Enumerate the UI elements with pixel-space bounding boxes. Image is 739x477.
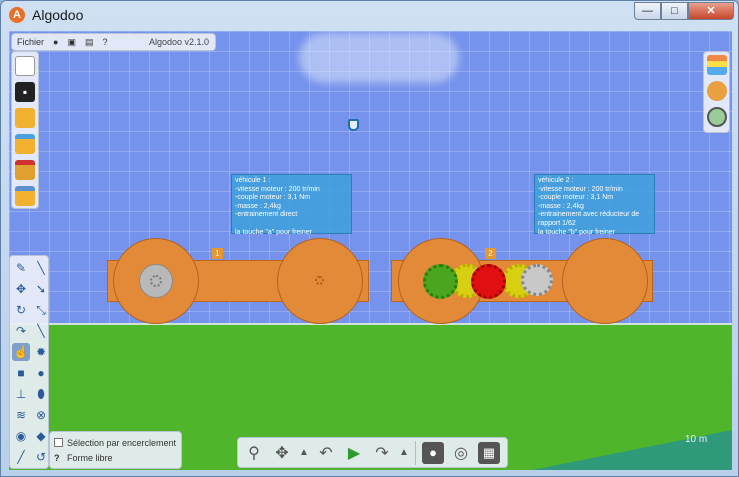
cloud xyxy=(299,33,459,83)
title-bar: A Algodoo — □ ✕ xyxy=(1,1,738,29)
hand-tool-icon[interactable]: ☝ xyxy=(12,343,30,361)
file-menu[interactable]: Fichier xyxy=(17,37,44,47)
axle-tool-icon[interactable]: ◉ xyxy=(12,427,30,445)
palette-icon[interactable] xyxy=(706,81,727,101)
fixate-tool-icon[interactable]: ⊗ xyxy=(32,406,50,424)
settings-icon[interactable]: ● xyxy=(53,37,58,47)
gear-grey[interactable] xyxy=(521,264,553,296)
window-title: Algodoo xyxy=(32,7,84,23)
shape-option[interactable]: ? Forme libre xyxy=(54,450,177,465)
file-toolbar: ▪ xyxy=(11,51,39,209)
toolbar-divider xyxy=(415,440,416,465)
simulation-canvas[interactable]: 10 m véhicule 1 : -vitesse moteur : 200 … xyxy=(9,31,732,470)
zoom-icon[interactable] xyxy=(706,107,727,127)
save-icon[interactable]: ▪ xyxy=(15,82,35,102)
chain-tool-icon[interactable]: ⬮ xyxy=(32,385,50,403)
gear-red[interactable] xyxy=(471,264,506,299)
open-scene-icon[interactable] xyxy=(15,134,35,154)
vehicle-2-tag: 2 xyxy=(485,248,496,259)
rotate-tool-icon[interactable]: ↻ xyxy=(12,301,30,319)
phunlets-icon[interactable] xyxy=(15,160,35,180)
algobox-icon[interactable] xyxy=(15,186,35,206)
lasso-label: Sélection par encerclement xyxy=(67,437,177,448)
hand-cursor-icon xyxy=(348,119,359,131)
grid-icon[interactable]: ▦ xyxy=(478,441,500,464)
version-label: Algodoo v2.1.0 xyxy=(148,37,209,47)
undo-icon[interactable]: ↶ xyxy=(315,443,337,463)
scale-tool-icon[interactable]: ⤡ xyxy=(32,301,50,319)
brush-tool-icon[interactable]: ╲ xyxy=(32,259,50,277)
move-tool-icon[interactable]: ✥ xyxy=(12,280,30,298)
vehicle-1-front-axle-icon xyxy=(315,276,324,285)
open-folder-icon[interactable] xyxy=(15,108,35,128)
menu-bar: Fichier ● ▣ ▤ ? Algodoo v2.1.0 xyxy=(11,33,216,51)
gear-tool-icon[interactable]: ✹ xyxy=(32,343,50,361)
help-icon[interactable]: ? xyxy=(54,453,63,463)
thruster-tool-icon[interactable]: ◆ xyxy=(32,427,50,445)
play-button-icon[interactable]: ▶ xyxy=(343,443,365,463)
scale-label: 10 m xyxy=(685,434,708,445)
gear-green[interactable] xyxy=(423,264,458,299)
lasso-checkbox[interactable] xyxy=(54,438,63,447)
speed-up-icon[interactable]: ▲ xyxy=(399,447,409,458)
tool-box: ✎ ╲ ✥ ➘ ↻ ⤡ ↷ ╲ ☝ ✹ ■ ● ⊥ ⬮ ≋ ⊗ ◉ ◆ ╱ ↺ … xyxy=(9,255,49,469)
view-toolbar xyxy=(703,51,730,133)
box-tool-icon[interactable]: ■ xyxy=(12,364,30,382)
zoom-view-icon[interactable]: ⚲ xyxy=(243,443,265,463)
vehicle-1-tag: 1 xyxy=(212,248,223,259)
laser-tool-icon[interactable]: ↺ xyxy=(32,448,50,466)
minimize-button[interactable]: — xyxy=(634,2,661,20)
lasso-option[interactable]: Sélection par encerclement xyxy=(54,435,177,450)
tracer-tool-icon[interactable]: ✺ xyxy=(12,469,30,470)
air-friction-icon[interactable]: ◎ xyxy=(450,443,472,463)
vehicle-2-info[interactable]: véhicule 2 : -vitesse moteur : 200 tr/mi… xyxy=(534,174,655,236)
drag-tool-icon[interactable]: ➘ xyxy=(32,280,50,298)
circle-tool-icon[interactable]: ● xyxy=(32,364,50,382)
new-scene-icon[interactable] xyxy=(15,56,35,76)
maximize-button[interactable]: □ xyxy=(661,2,688,20)
gravity-icon[interactable]: ● xyxy=(422,441,444,464)
speed-down-icon[interactable]: ▲ xyxy=(299,447,309,458)
vehicle-2-front-wheel[interactable] xyxy=(562,238,648,324)
pen-tool-icon[interactable]: ╱ xyxy=(12,448,30,466)
app-window: A Algodoo — □ ✕ 10 m véhicule 1 : -vites… xyxy=(0,0,739,477)
vehicle-1-axle-icon xyxy=(150,275,162,287)
tool-options: Sélection par encerclement ? Forme libre xyxy=(49,431,182,469)
shape-label: Forme libre xyxy=(67,452,113,463)
simulation-toolbar: ⚲ ✥ ▲ ↶ ▶ ↷ ▲ ● ◎ ▦ xyxy=(237,437,508,468)
redo-icon[interactable]: ↷ xyxy=(371,443,393,463)
algodoo-logo-icon: A xyxy=(9,7,25,23)
close-button[interactable]: ✕ xyxy=(688,2,734,20)
visualization-icon[interactable] xyxy=(706,55,727,75)
vehicle-1-info[interactable]: véhicule 1 : -vitesse moteur : 200 tr/mi… xyxy=(231,174,352,236)
help-menu[interactable]: ? xyxy=(102,37,107,47)
knife-tool-icon[interactable]: ╲ xyxy=(32,322,50,340)
fullscreen-icon[interactable]: ▣ xyxy=(67,37,76,48)
spring-tool-icon[interactable]: ≋ xyxy=(12,406,30,424)
rope-tool-icon[interactable]: ↷ xyxy=(12,322,30,340)
window-icon[interactable]: ▤ xyxy=(85,37,94,48)
sketch-tool-icon[interactable]: ✎ xyxy=(12,259,30,277)
pan-icon[interactable]: ✥ xyxy=(271,443,293,463)
plane-tool-icon[interactable]: ⊥ xyxy=(12,385,30,403)
